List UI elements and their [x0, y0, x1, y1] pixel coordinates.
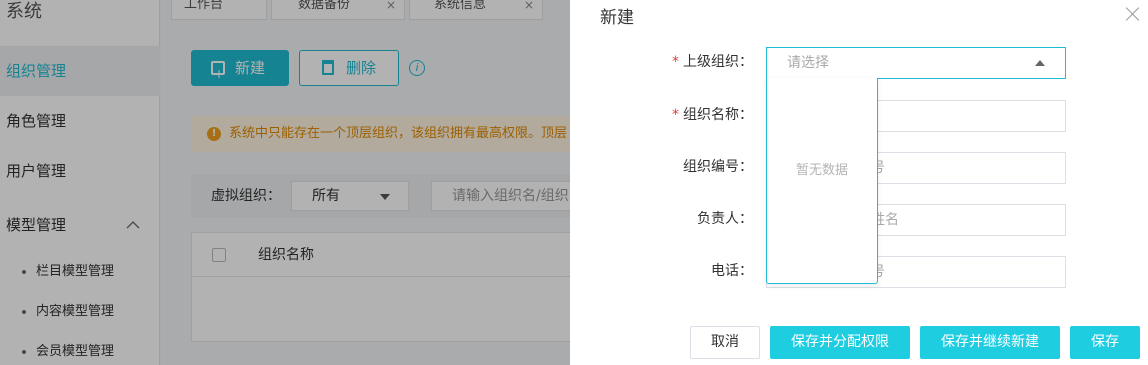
parent-org-label: * 上级组织：: [672, 46, 753, 78]
leader-label: 负责人：: [697, 211, 753, 227]
phone-label: 电话：: [711, 263, 753, 279]
parent-org-dropdown[interactable]: 暂无数据: [766, 78, 878, 284]
field-label-text: 上级组织：: [683, 54, 753, 70]
modal-overlay[interactable]: [0, 0, 570, 365]
new-org-drawer: 新建 * 上级组织： 请选择 * 组织名称： 组织编号： 号 负责人： 姓名 电话：…: [570, 0, 1148, 365]
org-name-label: * 组织名称：: [672, 99, 753, 131]
caret-up-icon: [1035, 60, 1045, 66]
save-button[interactable]: 保存: [1070, 326, 1140, 359]
select-placeholder: 请选择: [787, 55, 829, 71]
parent-org-select[interactable]: 请选择: [766, 47, 1066, 79]
required-mark: *: [672, 54, 679, 70]
cancel-button[interactable]: 取消: [690, 326, 760, 359]
save-and-continue-button[interactable]: 保存并继续新建: [920, 326, 1060, 359]
empty-data-text: 暂无数据: [795, 163, 848, 178]
close-icon[interactable]: [1125, 6, 1141, 22]
drawer-title: 新建: [600, 8, 634, 28]
field-label-text: 组织名称：: [683, 107, 753, 123]
required-mark: *: [672, 107, 679, 123]
org-code-label: 组织编号：: [683, 159, 753, 175]
save-and-assign-button[interactable]: 保存并分配权限: [770, 326, 910, 359]
